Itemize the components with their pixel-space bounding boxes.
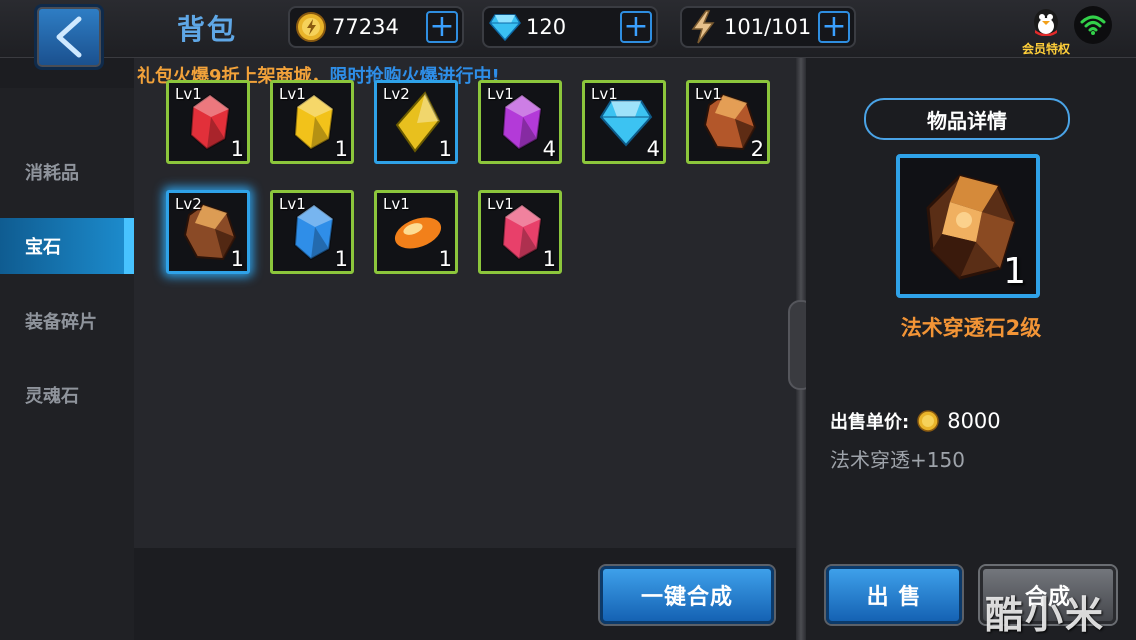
sell-price-row: 出售单价: 8000 xyxy=(830,408,1001,434)
slot-count: 1 xyxy=(438,137,452,161)
diamond-counter: 120 + xyxy=(482,6,658,48)
slot-level: Lv1 xyxy=(487,195,514,213)
sidebar-item-gems[interactable]: 宝石 xyxy=(0,218,134,274)
slot-level: Lv1 xyxy=(383,195,410,213)
slot-count: 1 xyxy=(230,247,244,271)
slot-level: Lv1 xyxy=(487,85,514,103)
slot-count: 2 xyxy=(750,137,764,161)
energy-counter: 101/101 + xyxy=(680,6,856,48)
sidebar-item-soul-stones[interactable]: 灵魂石 xyxy=(0,367,134,423)
lightning-icon xyxy=(686,10,720,44)
slot-count: 1 xyxy=(334,137,348,161)
diamond-value: 120 xyxy=(526,15,567,39)
gem-slot[interactable]: Lv2 1 xyxy=(374,80,458,164)
slot-count: 1 xyxy=(438,247,452,271)
item-name: 法术穿透石2级 xyxy=(900,316,1042,340)
sell-button[interactable]: 出 售 xyxy=(826,566,962,624)
diamond-icon xyxy=(488,10,522,44)
back-button[interactable] xyxy=(34,4,104,70)
energy-value: 101/101 xyxy=(724,15,812,39)
add-gold-button[interactable]: + xyxy=(426,11,458,43)
gem-slot[interactable]: Lv1 4 xyxy=(582,80,666,164)
slot-level: Lv2 xyxy=(175,195,202,213)
vip-label: 会员特权 xyxy=(1021,42,1070,56)
page-title: 背包 xyxy=(177,13,238,46)
sidebar-item-consumables[interactable]: 消耗品 xyxy=(0,144,134,200)
slot-level: Lv1 xyxy=(279,195,306,213)
price-label: 出售单价: xyxy=(830,412,910,433)
selected-item-slot: 1 xyxy=(896,154,1040,298)
slot-level: Lv1 xyxy=(279,85,306,103)
chevron-left-icon xyxy=(56,16,82,58)
slot-count: 1 xyxy=(334,247,348,271)
gem-slot[interactable]: Lv1 1 xyxy=(478,190,562,274)
vip-privilege-button[interactable]: 会员特权 xyxy=(1016,4,1076,57)
penguin-mascot-icon xyxy=(1034,9,1058,37)
gem-slot[interactable]: Lv1 1 xyxy=(270,80,354,164)
slot-count: 4 xyxy=(542,137,556,161)
slot-level: Lv1 xyxy=(695,85,722,103)
add-energy-button[interactable]: + xyxy=(818,11,850,43)
price-value: 8000 xyxy=(947,409,1001,433)
selected-item-count: 1 xyxy=(1003,251,1026,292)
slot-level: Lv1 xyxy=(591,85,618,103)
gem-slot[interactable]: Lv1 1 xyxy=(374,190,458,274)
watermark-logo: 酷小米 xyxy=(985,593,1106,637)
slot-count: 4 xyxy=(646,137,660,161)
add-diamond-button[interactable]: + xyxy=(620,11,652,43)
gem-slot[interactable]: Lv1 2 xyxy=(686,80,770,164)
item-detail-panel xyxy=(806,58,1136,640)
sidebar-item-equipment-fragments[interactable]: 装备碎片 xyxy=(0,293,134,349)
detail-title: 物品详情 xyxy=(864,98,1070,140)
slot-count: 1 xyxy=(230,137,244,161)
item-attribute: 法术穿透+150 xyxy=(830,448,965,472)
slot-level: Lv2 xyxy=(383,85,410,103)
slot-count: 1 xyxy=(542,247,556,271)
gem-slot[interactable]: Lv1 1 xyxy=(166,80,250,164)
gold-coin-icon xyxy=(917,410,939,432)
slot-level: Lv1 xyxy=(175,85,202,103)
gold-value: 77234 xyxy=(332,15,399,39)
gem-slot[interactable]: Lv2 1 xyxy=(166,190,250,274)
gem-slot[interactable]: Lv1 4 xyxy=(478,80,562,164)
wifi-icon xyxy=(1074,6,1112,44)
gold-coin-icon xyxy=(294,10,328,44)
gem-slot[interactable]: Lv1 1 xyxy=(270,190,354,274)
gold-counter: 77234 + xyxy=(288,6,464,48)
combine-all-button[interactable]: 一键合成 xyxy=(600,566,774,624)
